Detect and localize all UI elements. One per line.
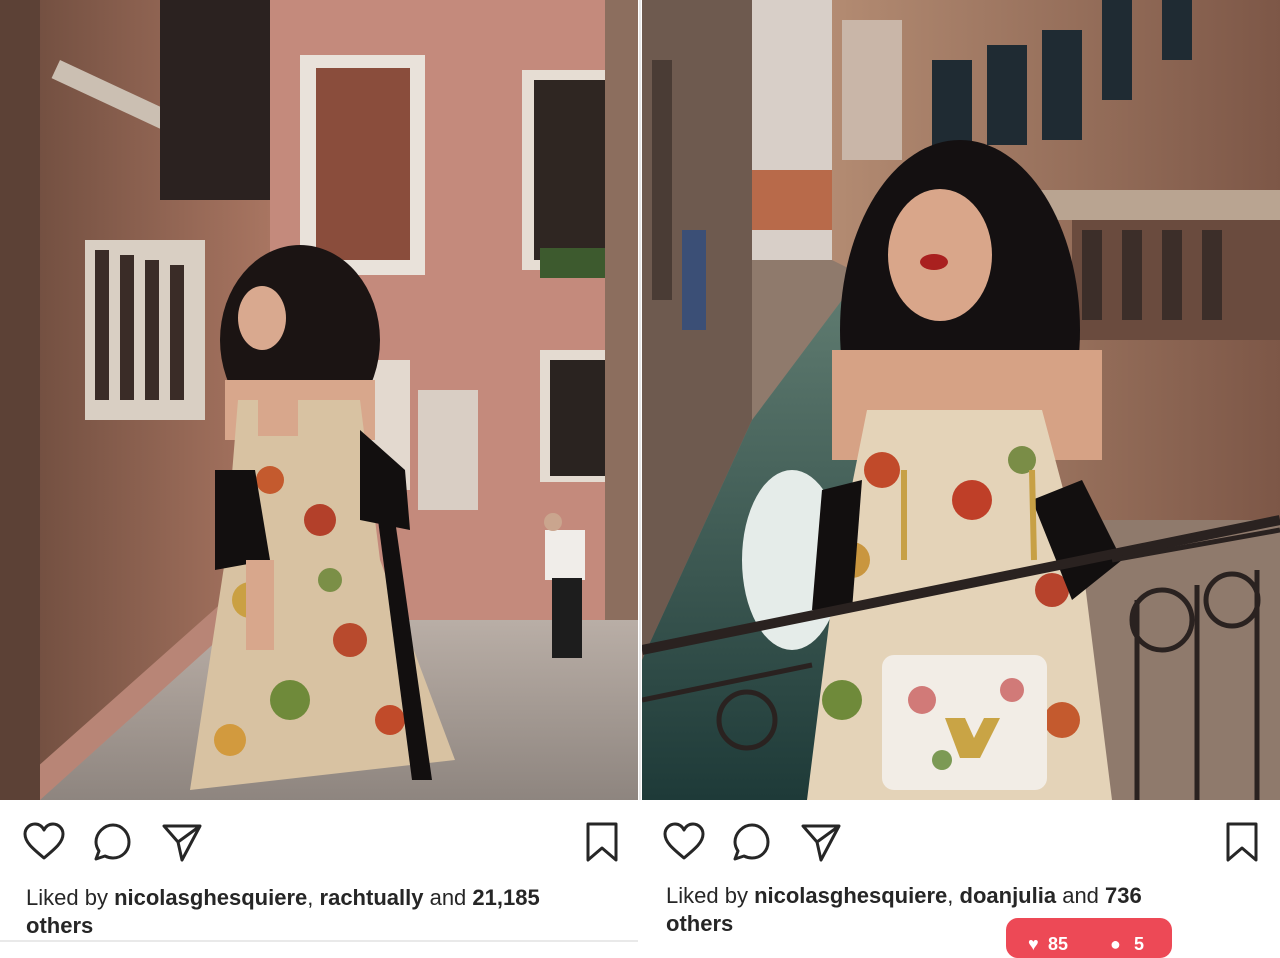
share-icon[interactable]	[160, 820, 204, 864]
separator: ,	[307, 885, 314, 910]
like-count[interactable]: 21,185	[472, 885, 539, 910]
post-left: Liked by nicolasghesquiere, rachtually a…	[0, 0, 638, 944]
liker-username[interactable]: rachtually	[320, 885, 424, 910]
heart-icon: ♥	[1028, 934, 1039, 954]
divider	[0, 940, 638, 942]
liked-by-label: Liked by	[666, 883, 748, 908]
and-label: and	[1062, 883, 1099, 908]
screenshot: Liked by nicolasghesquiere, rachtually a…	[0, 0, 1280, 958]
comment-icon[interactable]	[730, 820, 774, 864]
post-photo[interactable]	[0, 0, 638, 800]
likes-text: Liked by nicolasghesquiere, rachtually a…	[26, 884, 626, 940]
post-photo[interactable]	[642, 0, 1280, 800]
and-label: and	[429, 885, 467, 910]
liker-username[interactable]: nicolasghesquiere	[114, 885, 307, 910]
divider	[639, 0, 641, 800]
post-right: Liked by nicolasghesquiere, doanjulia an…	[642, 0, 1280, 944]
liker-username[interactable]: nicolasghesquiere	[754, 883, 947, 908]
likes-text: Liked by nicolasghesquiere, doanjulia an…	[666, 882, 1266, 938]
bookmark-icon[interactable]	[1220, 820, 1264, 864]
bookmark-icon[interactable]	[580, 820, 624, 864]
heart-icon[interactable]	[22, 820, 66, 864]
activity-notification-badge[interactable]: ♥ 85 ● 5	[1006, 918, 1172, 958]
separator: ,	[947, 883, 954, 908]
like-count[interactable]: 736	[1105, 883, 1142, 908]
share-icon[interactable]	[799, 820, 843, 864]
others-label[interactable]: others	[26, 913, 93, 938]
others-label[interactable]: others	[666, 911, 733, 936]
comment-count-badge: 5	[1134, 934, 1145, 954]
liked-by-label: Liked by	[26, 885, 108, 910]
comment-icon: ●	[1110, 934, 1121, 954]
heart-icon[interactable]	[662, 820, 706, 864]
like-count-badge: 85	[1048, 934, 1069, 954]
comment-icon[interactable]	[91, 820, 135, 864]
liker-username[interactable]: doanjulia	[960, 883, 1057, 908]
